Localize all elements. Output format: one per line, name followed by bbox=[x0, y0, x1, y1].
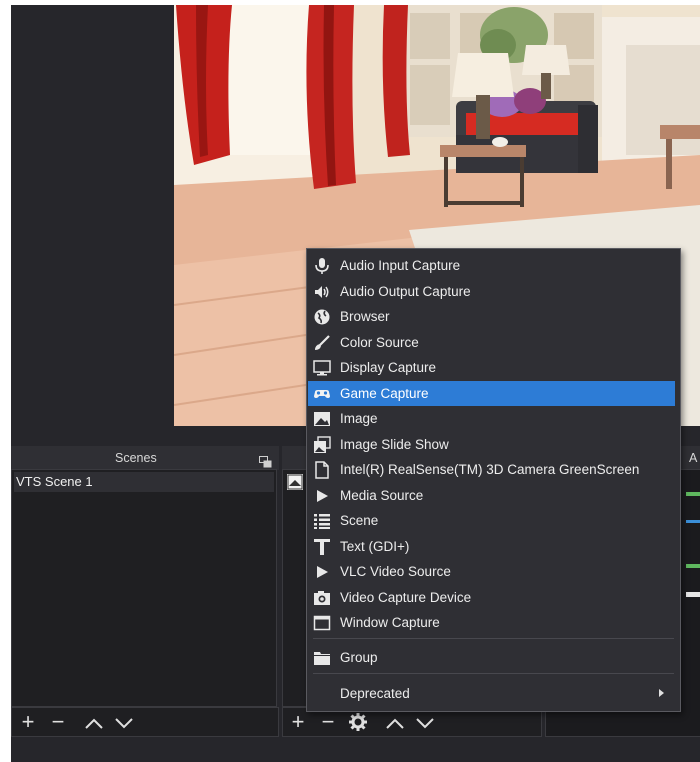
volume-meter-2 bbox=[686, 564, 700, 568]
add-scene-button[interactable]: + bbox=[16, 710, 40, 734]
remove-source-button[interactable]: − bbox=[316, 710, 340, 734]
menu-item-browser[interactable]: Browser bbox=[307, 304, 680, 329]
menu-item-audio-input-capture[interactable]: Audio Input Capture bbox=[307, 253, 680, 278]
menu-item-label: Group bbox=[340, 650, 378, 665]
menu-item-deprecated[interactable]: Deprecated bbox=[307, 681, 680, 706]
globe-icon bbox=[313, 308, 331, 326]
list-item[interactable]: VTS Scene 1 bbox=[14, 472, 274, 492]
menu-item-label: VLC Video Source bbox=[340, 564, 451, 579]
menu-item-label: Scene bbox=[340, 513, 379, 528]
menu-item-label: Intel(R) RealSense(TM) 3D Camera GreenSc… bbox=[340, 462, 640, 477]
move-down-button[interactable] bbox=[112, 710, 136, 734]
gamepad-icon bbox=[313, 385, 331, 403]
monitor-icon bbox=[313, 359, 331, 377]
speaker-icon bbox=[313, 283, 331, 301]
menu-item-image[interactable]: Image bbox=[307, 406, 680, 431]
slideshow-icon bbox=[313, 435, 331, 454]
menu-item-label: Image Slide Show bbox=[340, 436, 449, 452]
scenes-dock-title: Scenes bbox=[11, 446, 279, 470]
menu-item-image-slide-show[interactable]: Image Slide Show bbox=[307, 432, 680, 457]
move-up-button[interactable] bbox=[82, 710, 106, 734]
microphone-icon bbox=[313, 257, 331, 275]
scenes-toolbar: + − bbox=[11, 707, 279, 737]
menu-separator bbox=[313, 673, 674, 674]
menu-item-text-gdi[interactable]: Text (GDI+) bbox=[307, 534, 680, 559]
volume-slider-2[interactable] bbox=[686, 592, 700, 597]
play-icon bbox=[313, 563, 331, 581]
list-icon bbox=[313, 512, 331, 530]
window-icon bbox=[313, 614, 331, 632]
scenes-dock-label: Scenes bbox=[115, 451, 157, 465]
menu-item-audio-output-capture[interactable]: Audio Output Capture bbox=[307, 279, 680, 304]
menu-item-label: Browser bbox=[340, 309, 390, 324]
menu-item-label: Deprecated bbox=[340, 686, 410, 701]
menu-item-intel-realsense[interactable]: Intel(R) RealSense(TM) 3D Camera GreenSc… bbox=[307, 457, 680, 482]
chevron-down-icon bbox=[416, 718, 434, 729]
menu-item-label: Video Capture Device bbox=[340, 589, 472, 605]
menu-item-label: Image bbox=[340, 411, 378, 426]
add-source-button[interactable]: + bbox=[286, 710, 310, 734]
menu-item-label: Color Source bbox=[340, 334, 419, 350]
menu-item-label: Game Capture bbox=[340, 385, 429, 401]
source-properties-button[interactable] bbox=[346, 710, 370, 734]
scenes-list[interactable]: VTS Scene 1 bbox=[11, 469, 277, 707]
menu-item-media-source[interactable]: Media Source bbox=[307, 483, 680, 508]
menu-separator bbox=[313, 638, 674, 639]
play-icon bbox=[313, 487, 331, 505]
menu-item-color-source[interactable]: Color Source bbox=[307, 330, 680, 355]
brush-icon bbox=[313, 334, 331, 352]
chevron-up-icon bbox=[386, 718, 404, 729]
text-icon bbox=[313, 538, 331, 556]
menu-item-scene[interactable]: Scene bbox=[307, 508, 680, 533]
gear-icon bbox=[349, 713, 367, 731]
image-icon bbox=[287, 474, 303, 490]
add-source-context-menu: Audio Input Capture Audio Output Capture… bbox=[306, 248, 681, 712]
source-move-up-button[interactable] bbox=[383, 710, 407, 734]
menu-item-label: Audio Output Capture bbox=[340, 283, 471, 299]
menu-item-label: Media Source bbox=[340, 487, 424, 503]
menu-item-window-capture[interactable]: Window Capture bbox=[307, 610, 680, 635]
menu-item-game-capture[interactable]: Game Capture bbox=[308, 380, 675, 406]
menu-item-label: Audio Input Capture bbox=[340, 258, 461, 273]
source-move-down-button[interactable] bbox=[413, 710, 437, 734]
menu-item-label: Display Capture bbox=[340, 360, 437, 375]
menu-item-label: Text (GDI+) bbox=[340, 538, 410, 554]
folder-icon bbox=[313, 649, 331, 667]
undock-icon[interactable] bbox=[259, 452, 272, 468]
file-icon bbox=[313, 461, 331, 479]
camera-icon bbox=[313, 589, 331, 607]
menu-item-display-capture[interactable]: Display Capture bbox=[307, 355, 680, 380]
menu-item-vlc-video-source[interactable]: VLC Video Source bbox=[307, 559, 680, 584]
menu-item-group[interactable]: Group bbox=[307, 645, 680, 670]
volume-meter-1 bbox=[686, 492, 700, 496]
image-icon bbox=[313, 410, 331, 428]
chevron-up-icon bbox=[85, 718, 103, 729]
mixer-dock-label: A bbox=[689, 451, 698, 465]
menu-item-label: Window Capture bbox=[340, 615, 440, 630]
remove-scene-button[interactable]: − bbox=[46, 710, 70, 734]
menu-item-video-capture-device[interactable]: Video Capture Device bbox=[307, 585, 680, 610]
volume-slider-1[interactable] bbox=[686, 520, 700, 523]
submenu-arrow-icon bbox=[659, 689, 664, 697]
chevron-down-icon bbox=[115, 718, 133, 729]
